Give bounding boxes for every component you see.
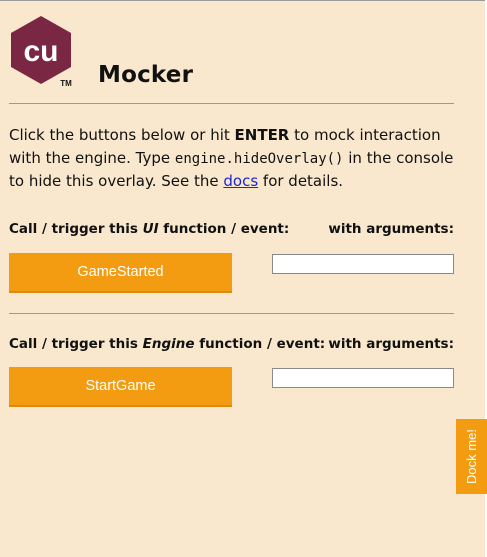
engine-args-label: with arguments: [328, 336, 454, 352]
engine-label-suffix: function / event: [194, 336, 326, 352]
engine-label-emphasis: Engine [142, 336, 195, 352]
dock-button[interactable]: Dock me! [456, 419, 487, 494]
ui-arguments-input[interactable] [272, 254, 454, 274]
engine-arguments-input[interactable] [272, 368, 454, 388]
engine-label-prefix: Call / trigger this [9, 336, 143, 352]
ui-function-label: Call / trigger this UI function / event: [9, 221, 289, 237]
ui-label-prefix: Call / trigger this [9, 221, 143, 237]
ui-args-label: with arguments: [328, 221, 454, 237]
docs-link[interactable]: docs [223, 172, 258, 190]
enter-key-text: ENTER [234, 126, 290, 144]
logo-text: cu [23, 35, 58, 68]
intro-text: Click the buttons below or hit ENTER to … [9, 124, 459, 193]
ui-label-emphasis: UI [142, 221, 159, 237]
engine-function-label: Call / trigger this Engine function / ev… [9, 336, 325, 352]
dock-button-label: Dock me! [464, 429, 479, 484]
page-title: Mocker [98, 62, 194, 88]
divider [9, 103, 454, 104]
start-game-button[interactable]: StartGame [9, 367, 232, 407]
top-border [0, 0, 487, 1]
ui-label-suffix: function / event: [158, 221, 290, 237]
game-started-button[interactable]: GameStarted [9, 253, 232, 293]
intro-text-4: for details. [258, 172, 344, 190]
divider [9, 313, 454, 314]
intro-text-1: Click the buttons below or hit [9, 126, 235, 144]
trademark-mark: TM [60, 79, 72, 88]
coherent-logo: cu TM [8, 14, 74, 90]
console-command-code: engine.hideOverlay() [174, 150, 344, 167]
